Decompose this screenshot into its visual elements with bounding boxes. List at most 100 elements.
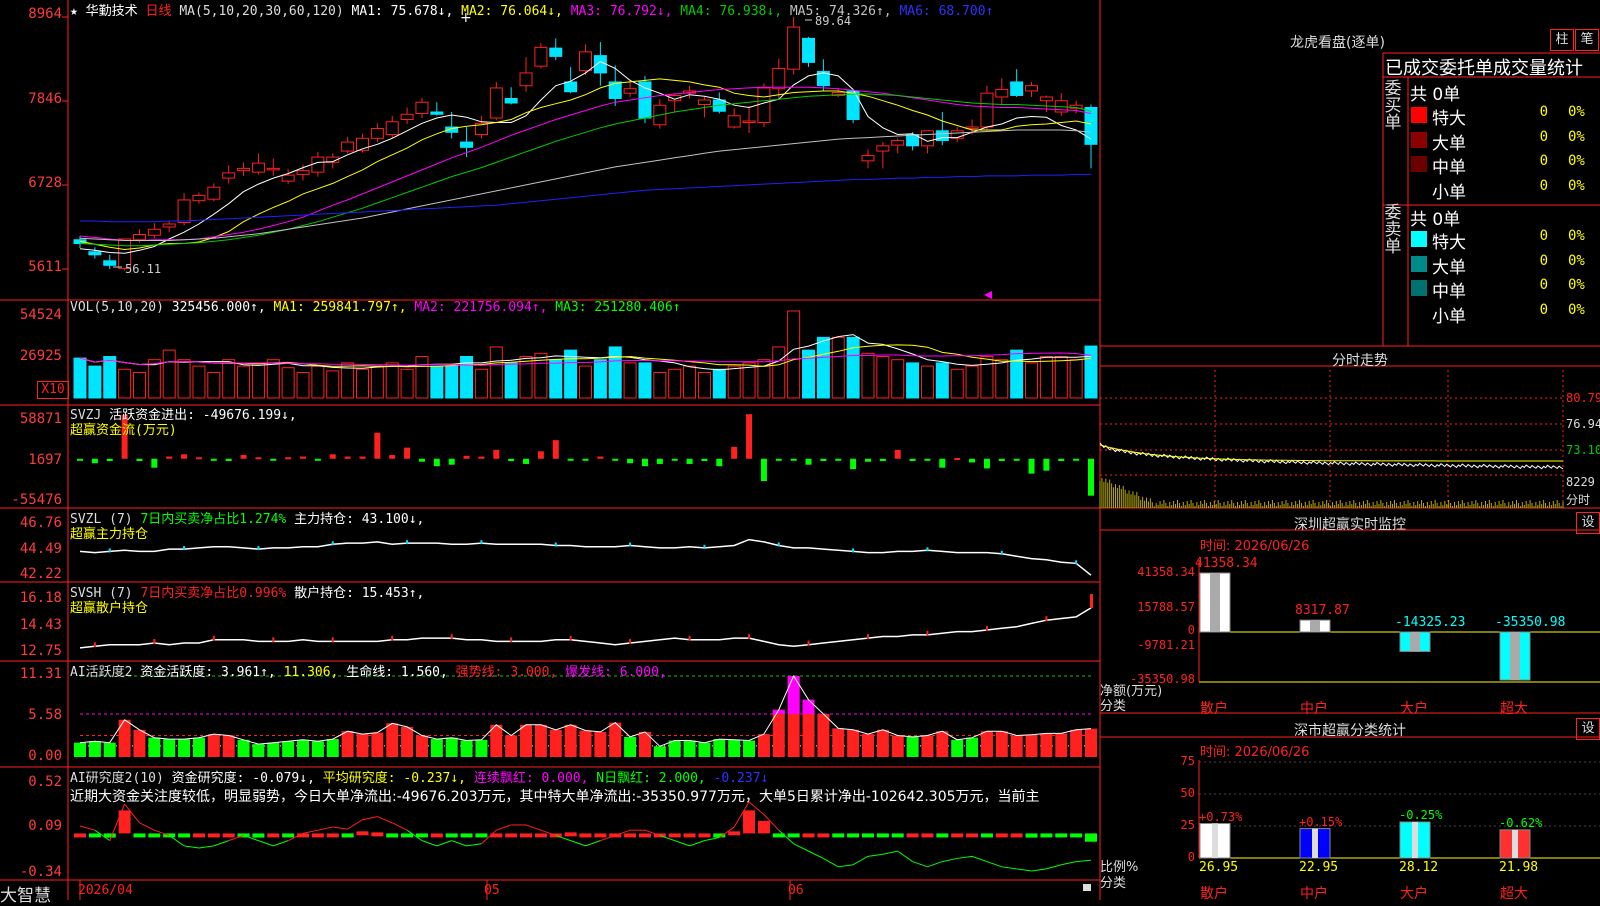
volume-bar: [906, 362, 920, 399]
ai-active-bar: [936, 731, 949, 757]
period-label[interactable]: 日线: [146, 4, 172, 19]
ai-research-bar: [951, 833, 964, 838]
classify-cat-label: 分类: [1100, 876, 1127, 891]
svzj-bar: [136, 458, 143, 461]
svzl-tick: [257, 546, 260, 551]
ai-active-bar: [371, 732, 384, 757]
order-size-swatch: [1411, 231, 1427, 247]
ai-research-bar: [148, 833, 161, 838]
lock-icon[interactable]: [1083, 884, 1091, 891]
volume-bar: [237, 365, 251, 399]
ai-research-avg-line: [525, 824, 542, 831]
svzj-bar: [746, 414, 753, 459]
ai-research-bar: [891, 833, 904, 838]
svzj-bar: [820, 458, 827, 461]
ai-research-bar: [1070, 833, 1083, 838]
ai-active-bar: [951, 739, 964, 757]
candle-body: [861, 155, 875, 162]
ma3-value: MA3: 76.792↓,: [570, 4, 673, 19]
ai-research-bar: [178, 833, 191, 838]
ai-research-bar: [980, 833, 993, 838]
svzj-bar: [894, 449, 901, 459]
ai-research-bar: [743, 810, 756, 834]
high-annotation: 89.64: [815, 14, 852, 28]
price-header: ★ 华勤技术 日线 MA(5,10,20,30,60,120) MA1: 75.…: [70, 0, 993, 19]
ai-active-axis-label: 0.00: [28, 748, 62, 764]
ai-active-axis-label: 5.58: [28, 707, 62, 723]
svsh-tick: [510, 637, 513, 643]
ma1-value: MA1: 75.678↓,: [351, 4, 454, 19]
ai-research-bar: [921, 833, 934, 838]
volume-bar: [787, 310, 801, 399]
volume-bar: [1054, 356, 1068, 399]
ai-research-avg-line: [391, 822, 408, 831]
svzl-title: 7日内买卖净占比1.274%: [140, 512, 287, 527]
ai-research-bar: [787, 833, 800, 838]
ma-line-ma4: [79, 93, 1092, 247]
svzj-bar: [508, 458, 515, 461]
candle-body: [504, 97, 518, 104]
vol-ma1: MA1: 259841.797↑,: [273, 300, 407, 315]
svzj-bar: [1028, 458, 1035, 474]
volume-bar: [385, 362, 399, 399]
ma-line-ma5: [79, 129, 1092, 241]
classify-title: 深市超赢分类统计: [1294, 723, 1406, 739]
volume-bar: [400, 368, 414, 399]
classify-category-label: 大户: [1400, 886, 1428, 902]
candle-body: [147, 228, 161, 236]
bar-mode-button[interactable]: 柱: [1550, 29, 1574, 51]
ai-active-life: 生命线: 1.560,: [346, 665, 448, 680]
ai-research-bar: [832, 833, 845, 838]
tick-mode-button[interactable]: 笔: [1575, 29, 1599, 51]
candle-body: [341, 141, 355, 152]
ai-research-bar: [192, 833, 205, 838]
ai-active-strong: 强势线: 3.000,: [455, 665, 558, 680]
main-chart-canvas[interactable]: [0, 0, 1600, 900]
ai-research-avg-line: [362, 816, 378, 821]
svsh-tick: [391, 635, 394, 641]
monitor-settings-button[interactable]: 设: [1576, 512, 1600, 534]
low-annotation: 56.11: [125, 262, 162, 276]
volume-bar: [281, 367, 295, 399]
volume-bar: [980, 356, 994, 399]
volume-bar: [861, 352, 875, 399]
order-size-label: 中单: [1432, 282, 1466, 302]
svzj-bar: [656, 458, 663, 464]
volume-bar: [950, 368, 964, 399]
ai-active-bar: [1040, 733, 1053, 757]
ai-research-avg-line: [1076, 859, 1092, 863]
classify-change-label: -0.25%: [1399, 808, 1443, 822]
svzj-bar: [478, 456, 485, 459]
ai-research-avg-line: [1061, 861, 1077, 866]
vol-unit-badge[interactable]: X10: [37, 381, 69, 399]
volume-bar: [876, 356, 890, 399]
svzj-bar: [775, 458, 782, 461]
svzj-bar: [612, 458, 619, 461]
svsh-tick: [985, 625, 988, 631]
svsh-axis-label: 12.75: [19, 643, 62, 659]
order-size-label: 特大: [1432, 109, 1466, 129]
candle-body: [207, 186, 221, 200]
volume-bar: [772, 346, 786, 399]
svzj-bar: [1043, 458, 1050, 471]
order-size-label: 中单: [1432, 158, 1466, 178]
volume-bar: [504, 362, 518, 399]
candle-body: [920, 130, 934, 147]
ai-research-avg-line: [466, 843, 482, 847]
candle-body: [311, 156, 325, 173]
star-icon[interactable]: ★: [70, 4, 78, 19]
ai-active-bar: [624, 736, 637, 757]
svzj-bar: [998, 458, 1005, 461]
ai-research-avg-line: [421, 840, 437, 847]
ai-research-avg-line: [451, 840, 467, 847]
candle-body: [132, 234, 146, 241]
volume-bar: [147, 359, 161, 399]
ai-research-avg-line: [704, 837, 720, 842]
candle-body: [742, 120, 756, 124]
classify-settings-button[interactable]: 设: [1576, 718, 1600, 740]
svzj-bar: [627, 458, 634, 464]
ai-research-bar: [267, 833, 280, 838]
monitor-category-label: 散户: [1200, 701, 1228, 717]
volume-bar: [727, 365, 741, 399]
svzl-tick: [480, 540, 483, 545]
